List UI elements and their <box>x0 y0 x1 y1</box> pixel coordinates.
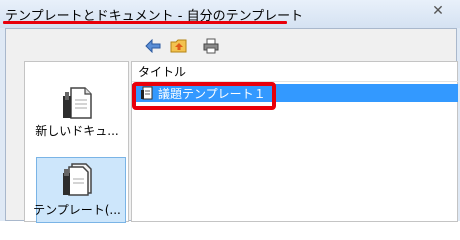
folder-up-icon <box>170 39 187 53</box>
sidebar-item-templates[interactable]: テンプレート(... <box>25 157 129 223</box>
template-list: タイトル 議題テンプレート１ <box>131 61 458 222</box>
templates-icon <box>59 159 95 197</box>
up-folder-button[interactable] <box>168 35 190 57</box>
category-panel: 新しいドキュ... テンプレート(... <box>24 61 129 223</box>
template-file-icon <box>141 86 153 100</box>
list-item[interactable]: 議題テンプレート１ <box>132 84 458 102</box>
close-button[interactable]: ✕ <box>424 2 452 20</box>
column-header-title[interactable]: タイトル <box>132 62 458 82</box>
new-document-icon <box>59 84 95 122</box>
title-annotation-underline <box>3 21 287 24</box>
templates-window: テンプレートとドキュメント - 自分のテンプレート ✕ 新しいドキュ... テン… <box>0 0 460 223</box>
print-button[interactable] <box>200 35 222 57</box>
dialog-client-area: 新しいドキュ... テンプレート(... タイトル 議題テンプレート１ <box>5 28 458 223</box>
back-button[interactable] <box>142 35 164 57</box>
sidebar-item-new-document[interactable]: 新しいドキュ... <box>25 84 129 139</box>
title-bar: テンプレートとドキュメント - 自分のテンプレート ✕ <box>0 0 460 28</box>
sidebar-item-label: 新しいドキュ... <box>35 124 119 138</box>
list-item-label: 議題テンプレート１ <box>158 86 266 101</box>
back-arrow-icon <box>145 39 161 53</box>
print-icon <box>203 38 219 54</box>
sidebar-item-label: テンプレート(... <box>33 203 121 217</box>
